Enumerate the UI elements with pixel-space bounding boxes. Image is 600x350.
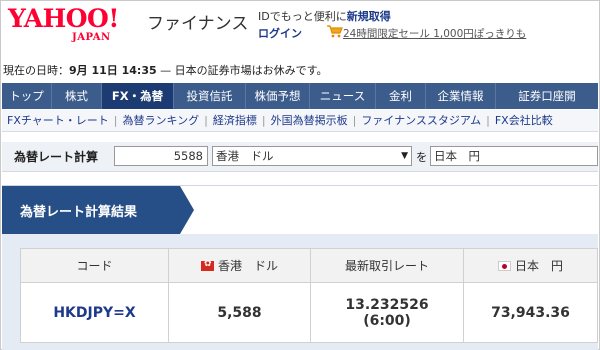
nav-item-company[interactable]: 企業情報 (426, 83, 496, 109)
subnav-separator: | (352, 114, 357, 127)
header-code: コード (20, 248, 169, 283)
signup-link[interactable]: 新規取得 (347, 10, 391, 23)
conversion-particle: を (416, 150, 428, 164)
nav-item-top[interactable]: トップ (2, 83, 52, 109)
status-datetime: 9月 11日 14:35 (69, 64, 157, 77)
title-tab-arrow (180, 186, 194, 234)
status-prefix: 現在の日時： (3, 64, 69, 77)
subnav-item-compare[interactable]: FX会社比較 (490, 110, 553, 131)
nav-item-stocks[interactable]: 株式 (52, 83, 102, 109)
status-line: 現在の日時：9月 11日 14:35 — 日本の証券市場はお休みです。 (3, 62, 328, 78)
amount-input[interactable]: 5588 (114, 146, 208, 166)
header-to-label: 日本 円 (514, 259, 563, 273)
nav-item-fx[interactable]: FX・為替 (102, 83, 174, 109)
brand-title[interactable]: ファイナンス (147, 9, 248, 34)
japan-flag-icon (497, 261, 511, 271)
main-nav: トップ 株式 FX・為替 投資信託 株価予想 ニュース 金利 企業情報 証券口座… (2, 83, 598, 109)
subnav-item-chart[interactable]: FXチャート・レート (2, 110, 109, 131)
subnav-separator: | (204, 114, 208, 127)
to-currency-value: 日本 円 (434, 149, 480, 163)
yahoo-logo[interactable]: YAHOO! JAPAN (8, 4, 146, 48)
latest-rate: 13.232526 (6:00) (310, 282, 464, 343)
rate-time: (6:00) (363, 312, 411, 329)
from-amount: 5,588 (168, 282, 311, 343)
result-panel: 為替レート計算結果 コード 香港 ドル 最新取引レート 日本 円 HKDJPY=… (2, 185, 598, 350)
hong-kong-flag-icon (200, 259, 214, 271)
subnav-item-stadium[interactable]: ファイナンススタジアム (356, 110, 481, 131)
from-currency-select[interactable]: 香港 ドル ▼ (212, 146, 412, 166)
nav-item-news[interactable]: ニュース (310, 83, 376, 109)
rate-calculator: 為替レート計算 5588 香港 ドル ▼ を 日本 円 (2, 142, 598, 172)
table-row: HKDJPY=X 5,588 13.232526 (6:00) 73,943.36 (20, 282, 598, 343)
login-link[interactable]: ログイン (258, 25, 302, 41)
status-message: — 日本の証券市場はお休みです。 (156, 64, 328, 77)
header-from-label: 香港 ドル (217, 259, 278, 273)
sub-nav: FXチャート・レート | 為替ランキング | 経済指標 | 外国為替掲示板 | ファイナンススタ… (2, 110, 598, 132)
subnav-item-indicators[interactable]: 経済指標 (208, 110, 257, 131)
table-header-row: コード 香港 ドル 最新取引レート 日本 円 (20, 248, 598, 283)
dropdown-arrow-icon: ▼ (401, 151, 408, 161)
nav-item-funds[interactable]: 投資信託 (174, 83, 246, 109)
subnav-item-board[interactable]: 外国為替掲示板 (266, 110, 348, 131)
nav-item-account[interactable]: 証券口座開 (496, 83, 598, 109)
signup-line: IDでもっと便利に新規取得 (258, 8, 391, 24)
logo-subtext: JAPAN (72, 32, 111, 43)
sale-link[interactable]: 24時間限定セール 1,000円ぽっきりも (343, 26, 526, 41)
to-amount: 73,943.36 (463, 282, 598, 343)
nav-item-forecast[interactable]: 株価予想 (246, 83, 310, 109)
result-table: コード 香港 ドル 最新取引レート 日本 円 HKDJPY=X 5,588 13… (20, 248, 598, 343)
result-title-tab: 為替レート計算結果 (2, 186, 180, 234)
cart-icon (327, 25, 343, 38)
from-currency-value: 香港 ドル (216, 149, 274, 163)
header-rate: 最新取引レート (310, 248, 464, 283)
logo-text: YAHOO! (8, 4, 119, 33)
rate-value: 13.232526 (345, 296, 429, 313)
subnav-separator: | (113, 114, 118, 127)
header-from-currency: 香港 ドル (168, 248, 311, 283)
currency-pair-code[interactable]: HKDJPY=X (20, 282, 169, 343)
result-title: 為替レート計算結果 (20, 205, 138, 220)
subnav-separator: | (261, 114, 266, 127)
subnav-separator: | (486, 114, 490, 127)
to-currency-select[interactable]: 日本 円 (430, 146, 598, 166)
nav-item-rates[interactable]: 金利 (376, 83, 426, 109)
subnav-item-ranking[interactable]: 為替ランキング (117, 110, 199, 131)
result-table-area: コード 香港 ドル 最新取引レート 日本 円 HKDJPY=X 5,588 13… (2, 234, 598, 350)
calculator-label: 為替レート計算 (14, 150, 99, 164)
signup-prefix: IDでもっと便利に (258, 10, 347, 23)
header-to-currency: 日本 円 (463, 248, 598, 283)
